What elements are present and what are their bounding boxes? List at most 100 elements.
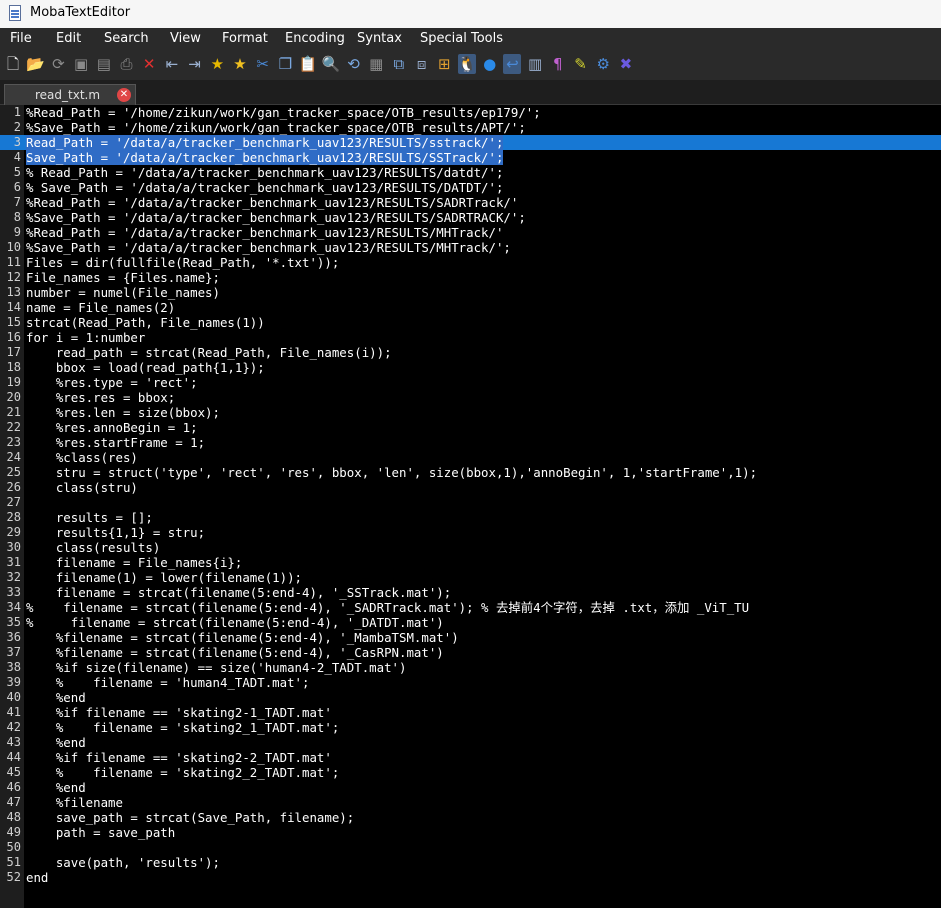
code-text[interactable]: %filename = strcat(filename(5:end-4), '_… xyxy=(26,630,459,645)
tab-read-txt-m[interactable]: read_txt.m ✕ xyxy=(4,84,136,105)
code-line[interactable]: 28 results = []; xyxy=(0,510,941,525)
code-text[interactable]: %Save_Path = '/data/a/tracker_benchmark_… xyxy=(26,210,526,225)
code-line[interactable]: 27 xyxy=(0,495,941,510)
code-line[interactable]: 46 %end xyxy=(0,780,941,795)
code-line[interactable]: 2 %Save_Path = '/home/zikun/work/gan_trac… xyxy=(0,120,941,135)
code-line[interactable]: 5 % Read_Path = '/data/a/tracker_benchmar… xyxy=(0,165,941,180)
code-line[interactable]: 33 filename = strcat(filename(5:end-4), … xyxy=(0,585,941,600)
code-line[interactable]: 20 %res.res = bbox; xyxy=(0,390,941,405)
code-text[interactable]: %if filename == 'skating2-1_TADT.mat' xyxy=(26,705,332,720)
code-text[interactable]: results{1,1} = stru; xyxy=(26,525,205,540)
code-line[interactable]: 26 class(stru) xyxy=(0,480,941,495)
menu-file[interactable]: File xyxy=(10,31,32,46)
bookmark-icon[interactable]: ★ xyxy=(231,54,249,74)
code-line[interactable]: 41 %if filename == 'skating2-1_TADT.mat' xyxy=(0,705,941,720)
code-line[interactable]: 11 Files = dir(fullfile(Read_Path, '*.txt… xyxy=(0,255,941,270)
code-text[interactable]: %end xyxy=(26,690,86,705)
code-text[interactable]: %res.res = bbox; xyxy=(26,390,175,405)
menu-format[interactable]: Format xyxy=(222,31,268,46)
code-line[interactable]: 49 path = save_path xyxy=(0,825,941,840)
code-text[interactable]: %Read_Path = '/data/a/tracker_benchmark_… xyxy=(26,195,518,210)
gray-doc-icon[interactable]: ▦ xyxy=(367,54,385,74)
indent-icon[interactable]: ⇥ xyxy=(186,54,204,74)
code-line[interactable]: 43 %end xyxy=(0,735,941,750)
compare-icon[interactable]: ⧉ xyxy=(390,54,408,74)
menu-view[interactable]: View xyxy=(170,31,201,46)
code-text[interactable]: %Read_Path = '/data/a/tracker_benchmark_… xyxy=(26,225,503,240)
split-view-icon[interactable]: ▥ xyxy=(526,54,544,74)
code-line[interactable]: 3 Read_Path = '/data/a/tracker_benchmark_… xyxy=(0,135,941,150)
find-icon[interactable]: 🔍 xyxy=(321,54,340,74)
code-text[interactable]: %Read_Path = '/home/zikun/work/gan_track… xyxy=(26,105,541,120)
code-text[interactable]: stru = struct('type', 'rect', 'res', bbo… xyxy=(26,465,757,480)
code-text[interactable]: class(results) xyxy=(26,540,160,555)
code-text[interactable]: Save_Path = '/data/a/tracker_benchmark_u… xyxy=(26,150,504,165)
code-line[interactable]: 13 number = numel(File_names) xyxy=(0,285,941,300)
code-line[interactable]: 1 %Read_Path = '/home/zikun/work/gan_trac… xyxy=(0,105,941,120)
code-line[interactable]: 51 save(path, 'results'); xyxy=(0,855,941,870)
code-text[interactable]: path = save_path xyxy=(26,825,175,840)
code-text[interactable]: %res.type = 'rect'; xyxy=(26,375,198,390)
code-line[interactable]: 9 %Read_Path = '/data/a/tracker_benchmark… xyxy=(0,225,941,240)
tab-label[interactable]: read_txt.m xyxy=(35,88,100,102)
code-text[interactable]: name = File_names(2) xyxy=(26,300,175,315)
code-area[interactable]: 1 %Read_Path = '/home/zikun/work/gan_trac… xyxy=(0,105,941,885)
code-text[interactable]: % filename = strcat(filename(5:end-4), '… xyxy=(26,615,444,630)
save-icon[interactable]: ▣ xyxy=(72,54,90,74)
code-line[interactable]: 22 %res.annoBegin = 1; xyxy=(0,420,941,435)
close-editor-icon[interactable]: ✖ xyxy=(617,54,635,74)
code-text[interactable]: save_path = strcat(Save_Path, filename); xyxy=(26,810,354,825)
menu-search[interactable]: Search xyxy=(104,31,149,46)
close-file-icon[interactable]: ✕ xyxy=(140,54,158,74)
code-text[interactable]: bbox = load(read_path{1,1}); xyxy=(26,360,265,375)
code-line[interactable]: 24 %class(res) xyxy=(0,450,941,465)
code-line[interactable]: 45 % filename = 'skating2_2_TADT.mat'; xyxy=(0,765,941,780)
code-line[interactable]: 52 end xyxy=(0,870,941,885)
settings-icon[interactable]: ⚙ xyxy=(594,54,612,74)
code-text[interactable]: %if filename == 'skating2-2_TADT.mat' xyxy=(26,750,332,765)
menu-syntax[interactable]: Syntax xyxy=(357,31,402,46)
copy-icon[interactable]: ❐ xyxy=(276,54,294,74)
menu-edit[interactable]: Edit xyxy=(56,31,81,46)
code-text[interactable]: %res.startFrame = 1; xyxy=(26,435,205,450)
paste-icon[interactable]: 📋 xyxy=(299,54,318,74)
code-line[interactable]: 31 filename = File_names{i}; xyxy=(0,555,941,570)
code-line[interactable]: 15 strcat(Read_Path, File_names(1)) xyxy=(0,315,941,330)
code-line[interactable]: 32 filename(1) = lower(filename(1)); xyxy=(0,570,941,585)
code-text[interactable]: end xyxy=(26,870,48,885)
code-text[interactable]: results = []; xyxy=(26,510,153,525)
code-line[interactable]: 37 %filename = strcat(filename(5:end-4),… xyxy=(0,645,941,660)
mac-eol-icon[interactable]: ● xyxy=(481,54,499,74)
code-text[interactable]: %Save_Path = '/data/a/tracker_benchmark_… xyxy=(26,240,511,255)
code-line[interactable]: 25 stru = struct('type', 'rect', 'res', … xyxy=(0,465,941,480)
code-line[interactable]: 10 %Save_Path = '/data/a/tracker_benchmar… xyxy=(0,240,941,255)
code-line[interactable]: 4 Save_Path = '/data/a/tracker_benchmark_… xyxy=(0,150,941,165)
code-text[interactable]: %if size(filename) == size('human4-2_TAD… xyxy=(26,660,407,675)
code-text[interactable]: filename = strcat(filename(5:end-4), '_S… xyxy=(26,585,451,600)
code-text[interactable]: strcat(Read_Path, File_names(1)) xyxy=(26,315,265,330)
code-text[interactable]: Read_Path = '/data/a/tracker_benchmark_u… xyxy=(26,135,504,150)
code-line[interactable]: 36 %filename = strcat(filename(5:end-4),… xyxy=(0,630,941,645)
code-text[interactable]: % filename = strcat(filename(5:end-4), '… xyxy=(26,600,749,615)
code-text[interactable]: % Save_Path = '/data/a/tracker_benchmark… xyxy=(26,180,503,195)
code-text[interactable]: %filename = strcat(filename(5:end-4), '_… xyxy=(26,645,444,660)
code-text[interactable]: Files = dir(fullfile(Read_Path, '*.txt')… xyxy=(26,255,339,270)
reload-icon[interactable]: ⟳ xyxy=(49,54,67,74)
code-line[interactable]: 18 bbox = load(read_path{1,1}); xyxy=(0,360,941,375)
code-text[interactable]: File_names = {Files.name}; xyxy=(26,270,220,285)
code-line[interactable]: 8 %Save_Path = '/data/a/tracker_benchmark… xyxy=(0,210,941,225)
code-text[interactable]: number = numel(File_names) xyxy=(26,285,220,300)
code-line[interactable]: 48 save_path = strcat(Save_Path, filenam… xyxy=(0,810,941,825)
unindent-icon[interactable]: ⇤ xyxy=(163,54,181,74)
code-line[interactable]: 35 % filename = strcat(filename(5:end-4),… xyxy=(0,615,941,630)
code-line[interactable]: 34 % filename = strcat(filename(5:end-4),… xyxy=(0,600,941,615)
code-line[interactable]: 29 results{1,1} = stru; xyxy=(0,525,941,540)
code-text[interactable]: %res.len = size(bbox); xyxy=(26,405,220,420)
code-text[interactable]: % Read_Path = '/data/a/tracker_benchmark… xyxy=(26,165,503,180)
code-line[interactable]: 16 for i = 1:number xyxy=(0,330,941,345)
code-line[interactable]: 17 read_path = strcat(Read_Path, File_na… xyxy=(0,345,941,360)
find-replace-icon[interactable]: ⟲ xyxy=(345,54,363,74)
code-line[interactable]: 14 name = File_names(2) xyxy=(0,300,941,315)
code-line[interactable]: 12 File_names = {Files.name}; xyxy=(0,270,941,285)
code-line[interactable]: 23 %res.startFrame = 1; xyxy=(0,435,941,450)
